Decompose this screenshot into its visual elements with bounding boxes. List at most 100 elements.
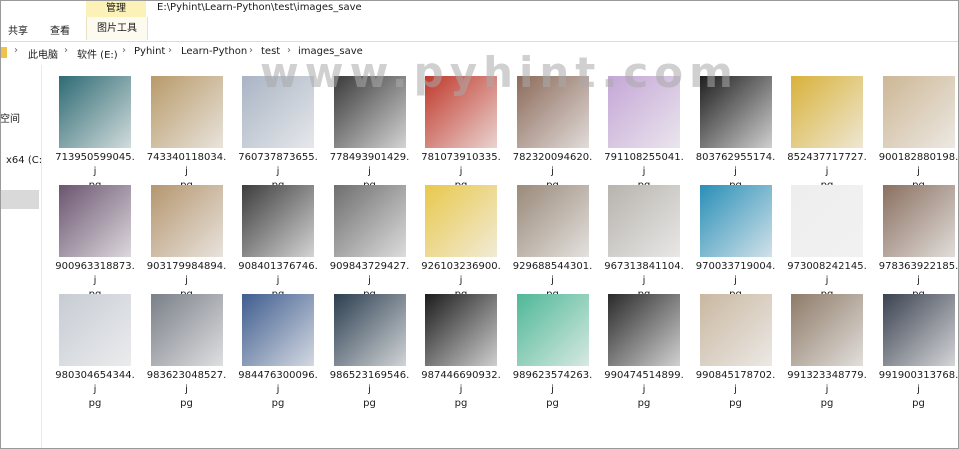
nav-item-space[interactable]: 空间 xyxy=(0,110,20,125)
image-thumbnail[interactable] xyxy=(333,185,406,257)
image-thumbnail[interactable] xyxy=(425,294,497,366)
nav-item-drive-c[interactable]: x64 (C:) xyxy=(6,155,46,166)
image-thumbnail[interactable] xyxy=(699,76,772,148)
file-name-line: 908401376746.j xyxy=(238,261,318,286)
manage-context-header: 管理 xyxy=(86,0,146,17)
file-name-line: 978363922185.j xyxy=(878,261,959,286)
image-thumbnail[interactable] xyxy=(150,185,223,257)
file-name-extension: pg xyxy=(637,398,651,409)
file-name-line: 983623048527.j xyxy=(146,370,227,395)
file-name-line: 973008242145.j xyxy=(787,261,867,286)
file-name-line: 991900313768.j xyxy=(878,370,959,395)
file-name-line: 778493901429.j xyxy=(329,152,410,177)
image-thumbnail[interactable] xyxy=(150,294,223,366)
file-name-line: 803762955174.j xyxy=(695,152,776,177)
image-thumbnail[interactable] xyxy=(608,294,680,366)
breadcrumb-drive-e[interactable]: 软件 (E:) xyxy=(77,46,118,61)
file-name: 991323348779.j pg xyxy=(787,369,867,411)
file-name-line: 984476300096.j xyxy=(238,370,318,395)
file-name-extension: pg xyxy=(454,398,468,409)
file-name: 989623574263.j pg xyxy=(513,369,593,411)
tab-picture-tools[interactable]: 图片工具 xyxy=(86,17,148,40)
breadcrumb-pyhint[interactable]: Pyhint xyxy=(134,46,165,57)
breadcrumb-separator[interactable]: › xyxy=(168,45,172,56)
breadcrumb-separator[interactable]: › xyxy=(249,45,253,56)
breadcrumb-images-save[interactable]: images_save xyxy=(298,46,363,57)
file-name-extension: pg xyxy=(546,398,559,409)
breadcrumb-test[interactable]: test xyxy=(261,46,280,57)
file-name-line: 909843729427.j xyxy=(329,261,410,286)
file-name-extension: pg xyxy=(729,398,742,409)
tab-view[interactable]: 查看 xyxy=(50,22,70,37)
image-thumbnail[interactable] xyxy=(516,185,589,257)
address-bar[interactable]: › 此电脑 › 软件 (E:) › Pyhint › Learn-Python … xyxy=(0,41,959,66)
file-name-extension: pg xyxy=(180,398,193,409)
folder-icon xyxy=(0,47,7,58)
file-name-line: 900963318873.j xyxy=(55,261,135,286)
image-thumbnail[interactable] xyxy=(59,76,131,148)
image-thumbnail[interactable] xyxy=(699,185,772,257)
image-thumbnail[interactable] xyxy=(882,185,955,257)
breadcrumb-separator[interactable]: › xyxy=(287,45,291,56)
breadcrumb-this-pc[interactable]: 此电脑 xyxy=(28,46,58,61)
file-name: 986523169546.j pg xyxy=(330,369,410,411)
image-thumbnail[interactable] xyxy=(333,76,406,148)
file-name: 990474514899.j pg xyxy=(604,369,684,411)
file-name-extension: pg xyxy=(88,398,102,409)
file-name-line: 987446690932.j xyxy=(421,370,501,395)
file-name-line: 852437717727.j xyxy=(787,152,867,177)
file-name-line: 900182880198.j xyxy=(878,152,959,177)
image-thumbnail[interactable] xyxy=(333,294,406,366)
file-grid: 713950599045.j pg 743340118034.j pg 76073787… xyxy=(42,65,959,449)
image-thumbnail[interactable] xyxy=(242,294,314,366)
file-name-line: 991323348779.j xyxy=(787,370,867,395)
file-name-line: 980304654344.j xyxy=(55,370,135,395)
nav-item-selected[interactable] xyxy=(0,190,39,209)
breadcrumb-separator[interactable]: › xyxy=(14,45,18,56)
breadcrumb-learn-python[interactable]: Learn-Python xyxy=(181,46,247,57)
picture-tools-group: 管理 图片工具 xyxy=(86,0,148,40)
file-name-line: 989623574263.j xyxy=(512,370,593,395)
file-name: 991900313768.j pg xyxy=(879,369,959,411)
image-thumbnail[interactable] xyxy=(425,185,497,257)
file-name-line: 713950599045.j xyxy=(55,152,135,177)
file-name-line: 926103236900.j xyxy=(421,261,501,286)
file-name-line: 782320094620.j xyxy=(512,152,593,177)
file-name-line: 791108255041.j xyxy=(604,152,684,177)
image-thumbnail[interactable] xyxy=(608,76,680,148)
image-thumbnail[interactable] xyxy=(516,294,589,366)
image-thumbnail[interactable] xyxy=(516,76,589,148)
file-name-line: 970033719004.j xyxy=(695,261,776,286)
file-name-extension: pg xyxy=(271,398,285,409)
breadcrumb-separator[interactable]: › xyxy=(64,45,68,56)
tab-share[interactable]: 共享 xyxy=(8,22,28,37)
file-name-extension: pg xyxy=(363,398,376,409)
file-name: 984476300096.j pg xyxy=(238,369,318,411)
image-thumbnail[interactable] xyxy=(882,76,955,148)
file-name-line: 967313841104.j xyxy=(604,261,684,286)
file-name: 983623048527.j pg xyxy=(147,369,227,411)
image-thumbnail[interactable] xyxy=(59,294,131,366)
window-title: E:\Pyhint\Learn-Python\test\images_save xyxy=(157,2,362,13)
image-thumbnail[interactable] xyxy=(242,185,314,257)
image-thumbnail[interactable] xyxy=(699,294,772,366)
image-thumbnail[interactable] xyxy=(608,185,680,257)
image-thumbnail[interactable] xyxy=(791,185,863,257)
breadcrumb-separator[interactable]: › xyxy=(122,45,126,56)
image-thumbnail[interactable] xyxy=(425,76,497,148)
file-name-line: 929688544301.j xyxy=(512,261,593,286)
file-name: 987446690932.j pg xyxy=(421,369,501,411)
file-name-line: 743340118034.j xyxy=(146,152,227,177)
file-name-extension: pg xyxy=(912,398,925,409)
image-thumbnail[interactable] xyxy=(150,76,223,148)
file-name-line: 903179984894.j xyxy=(146,261,227,286)
image-thumbnail[interactable] xyxy=(882,294,955,366)
file-name-line: 781073910335.j xyxy=(421,152,501,177)
file-name: 980304654344.j pg xyxy=(55,369,135,411)
image-thumbnail[interactable] xyxy=(791,294,863,366)
image-thumbnail[interactable] xyxy=(59,185,131,257)
image-thumbnail[interactable] xyxy=(242,76,314,148)
file-name-line: 986523169546.j xyxy=(329,370,410,395)
file-name-line: 990845178702.j xyxy=(695,370,776,395)
image-thumbnail[interactable] xyxy=(791,76,863,148)
